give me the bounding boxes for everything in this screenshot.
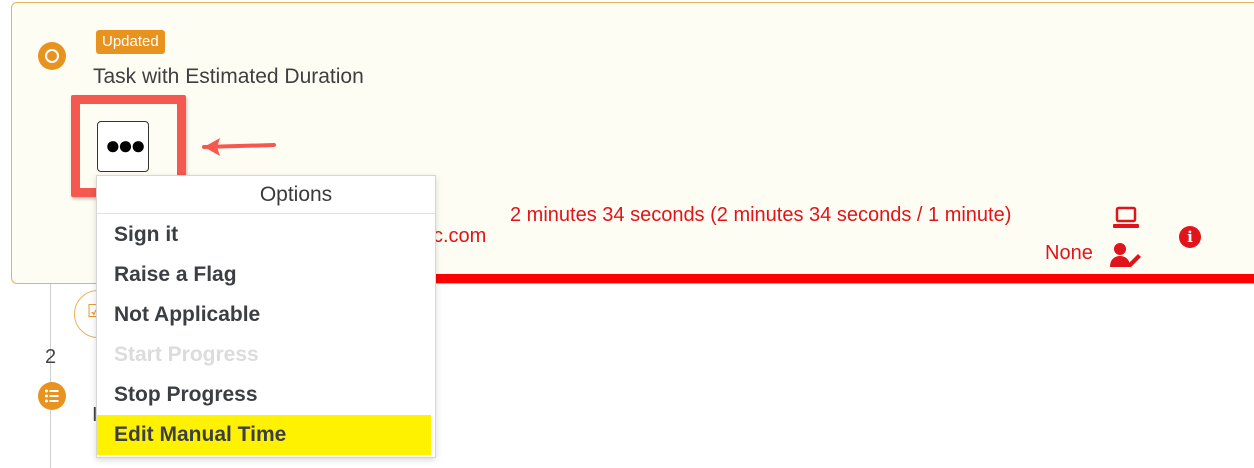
menu-item-not-applicable[interactable]: Not Applicable bbox=[97, 295, 431, 335]
menu-item-sign-it[interactable]: Sign it bbox=[97, 215, 431, 255]
menu-item-start-progress: Start Progress bbox=[114, 343, 259, 366]
menu-item-edit-manual-time[interactable]: Edit Manual Time bbox=[97, 415, 431, 455]
laptop-icon bbox=[1112, 205, 1140, 236]
email-text: c.com bbox=[433, 225, 487, 247]
list-icon bbox=[38, 382, 66, 410]
menu-item-raise-flag[interactable]: Raise a Flag bbox=[97, 255, 431, 295]
status-badge: Updated bbox=[96, 30, 165, 54]
menu-title: Options bbox=[97, 176, 435, 214]
circle-status-icon bbox=[38, 42, 66, 70]
task-title: Task with Estimated Duration bbox=[93, 65, 364, 88]
menu-item-stop-progress[interactable]: Stop Progress bbox=[97, 375, 431, 415]
info-icon[interactable]: i bbox=[1179, 226, 1201, 248]
user-edit-icon[interactable] bbox=[1110, 242, 1142, 273]
options-menu: Options Sign it Raise a Flag Not Applica… bbox=[96, 175, 436, 458]
assignee-text: None bbox=[1045, 242, 1093, 264]
progress-overrun-bar bbox=[435, 274, 1254, 283]
step-number: 2 bbox=[45, 346, 57, 368]
arrow-annotation bbox=[200, 133, 278, 166]
duration-text: 2 minutes 34 seconds (2 minutes 34 secon… bbox=[510, 204, 1012, 226]
